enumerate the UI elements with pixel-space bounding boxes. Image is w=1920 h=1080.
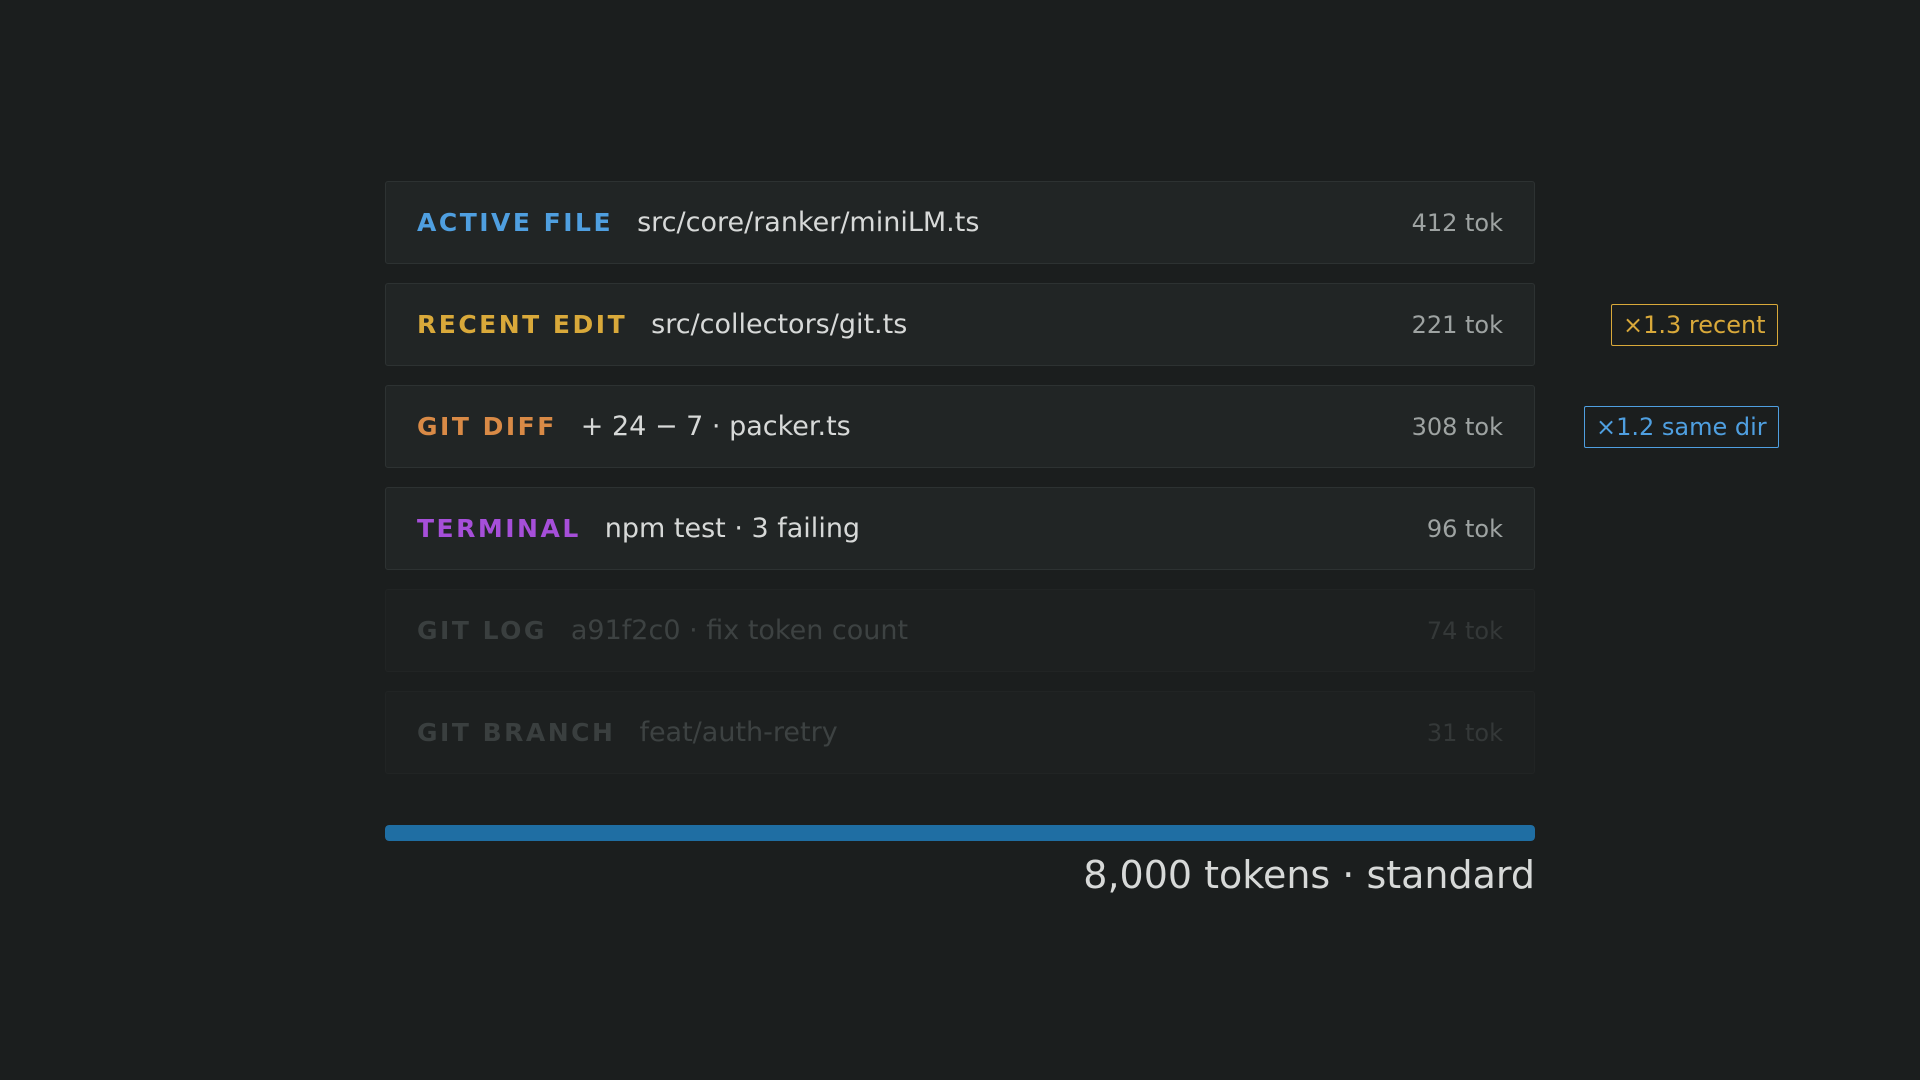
token-budget-label: 8,000 tokens · standard bbox=[1083, 853, 1535, 897]
context-item-git-branch[interactable]: GIT BRANCH feat/auth-retry 31 tok bbox=[385, 691, 1535, 774]
context-item-terminal-summary: npm test · 3 failing bbox=[604, 513, 861, 544]
context-item-token-count: 31 tok bbox=[1426, 718, 1503, 747]
context-item-git-log[interactable]: GIT LOG a91f2c0 · fix token count 74 tok bbox=[385, 589, 1535, 672]
context-panel: ACTIVE FILE src/core/ranker/miniLM.ts 41… bbox=[0, 0, 1920, 1080]
context-item-tag: RECENT EDIT bbox=[417, 310, 628, 339]
token-budget-fill bbox=[385, 825, 1535, 841]
context-item-path: src/collectors/git.ts bbox=[651, 309, 908, 340]
context-item-active-file[interactable]: ACTIVE FILE src/core/ranker/miniLM.ts 41… bbox=[385, 181, 1535, 264]
context-item-tag: GIT BRANCH bbox=[417, 718, 616, 747]
context-item-tag: ACTIVE FILE bbox=[417, 208, 614, 237]
context-item-git-diff[interactable]: GIT DIFF + 24 − 7 · packer.ts 308 tok bbox=[385, 385, 1535, 468]
boost-badge-recent: ×1.3 recent bbox=[1611, 304, 1778, 346]
context-item-token-count: 96 tok bbox=[1426, 514, 1503, 543]
context-item-token-count: 308 tok bbox=[1411, 412, 1503, 441]
token-budget-bar bbox=[385, 825, 1535, 841]
context-item-branch: feat/auth-retry bbox=[639, 717, 838, 748]
context-item-recent-edit[interactable]: RECENT EDIT src/collectors/git.ts 221 to… bbox=[385, 283, 1535, 366]
context-item-path: src/core/ranker/miniLM.ts bbox=[637, 207, 980, 238]
context-item-terminal[interactable]: TERMINAL npm test · 3 failing 96 tok bbox=[385, 487, 1535, 570]
context-item-tag: GIT DIFF bbox=[417, 412, 557, 441]
context-item-token-count: 74 tok bbox=[1426, 616, 1503, 645]
context-item-tag: GIT LOG bbox=[417, 616, 547, 645]
context-item-tag: TERMINAL bbox=[417, 514, 581, 543]
context-item-token-count: 412 tok bbox=[1411, 208, 1503, 237]
context-item-diff-summary: + 24 − 7 · packer.ts bbox=[580, 411, 851, 442]
context-item-token-count: 221 tok bbox=[1411, 310, 1503, 339]
boost-badge-same-dir: ×1.2 same dir bbox=[1584, 406, 1779, 448]
context-item-commit: a91f2c0 · fix token count bbox=[570, 615, 909, 646]
